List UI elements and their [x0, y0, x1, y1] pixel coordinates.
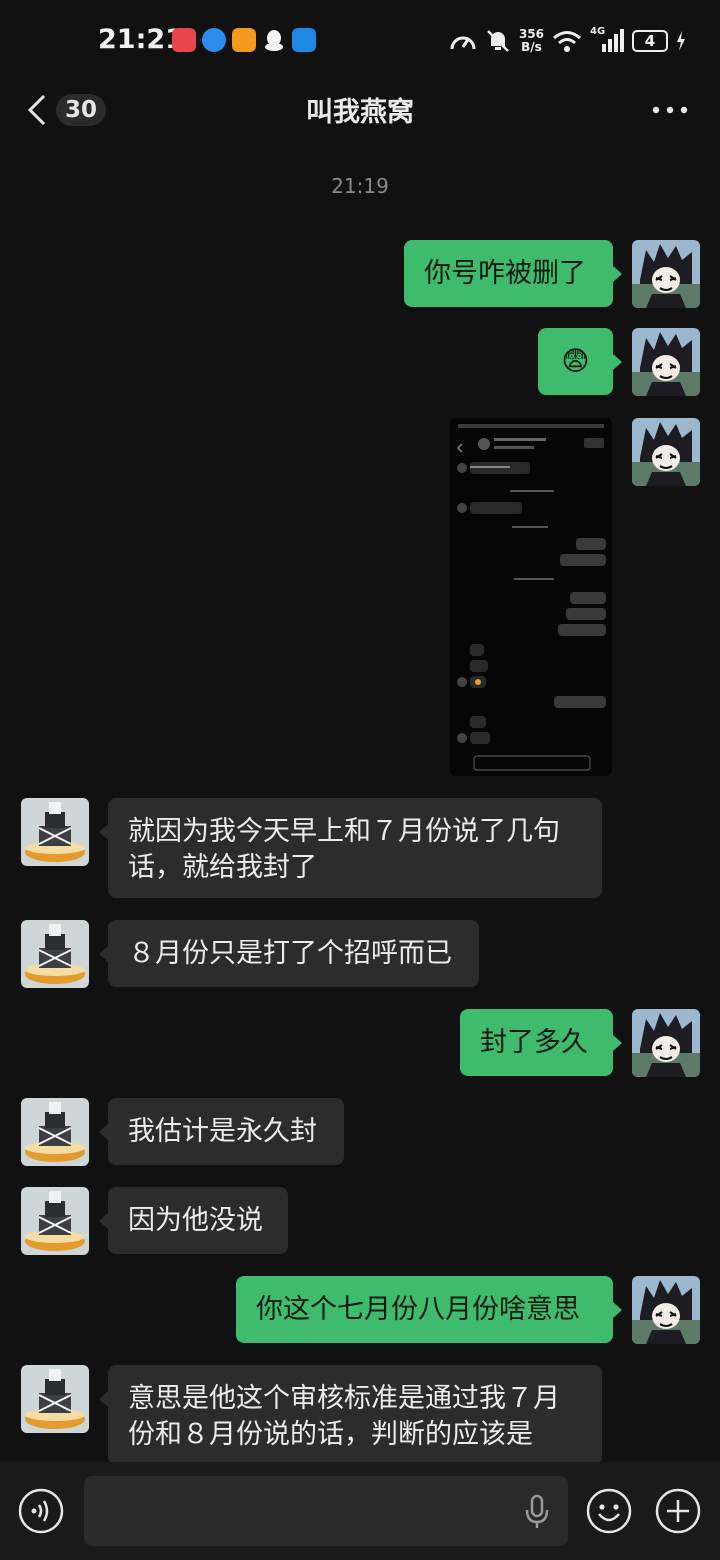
message-input-bar [0, 1462, 720, 1560]
chat-header: 30 叫我燕窝 [0, 82, 720, 140]
status-bar: 21:21 356 B/s 4G 4 [0, 0, 720, 82]
message-bubble-received[interactable]: 意思是他这个审核标准是通过我７月份和８月份说的话，判断的应该是 [108, 1365, 602, 1465]
emoji-icon[interactable] [586, 1488, 632, 1534]
bubble-tail [99, 946, 108, 962]
network-type: 4G [590, 26, 606, 37]
my-avatar[interactable] [632, 328, 700, 396]
qq-icon [265, 30, 283, 51]
contact-avatar[interactable] [21, 920, 89, 988]
message-bubble-sent[interactable]: 封了多久 [460, 1009, 613, 1076]
contact-avatar[interactable] [21, 798, 89, 866]
bubble-tail [99, 1213, 108, 1229]
shared-screenshot-image[interactable] [450, 418, 612, 776]
message-bubble-sent[interactable]: 你这个七月份八月份啥意思 [236, 1276, 613, 1343]
message-text-input[interactable] [84, 1476, 568, 1546]
browser-icon [202, 28, 226, 52]
message-bubble-received[interactable]: 我估计是永久封 [108, 1098, 344, 1165]
battery-level: 4 [632, 30, 668, 52]
charging-icon [677, 31, 685, 51]
wifi-icon [553, 31, 581, 52]
chat-title: 叫我燕窝 [306, 97, 414, 128]
contact-avatar[interactable] [21, 1187, 89, 1255]
message-bubble-received[interactable]: 就因为我今天早上和７月份说了几句话，就给我封了 [108, 798, 602, 898]
bubble-tail [613, 354, 622, 370]
bubble-tail [99, 1391, 108, 1407]
bubble-tail [613, 1035, 622, 1051]
microphone-icon[interactable] [522, 1494, 552, 1530]
my-avatar[interactable] [632, 240, 700, 308]
bubble-tail [613, 266, 622, 282]
network-speed: 356 B/s [518, 27, 544, 54]
message-bubble-sent[interactable]: 😨 [538, 328, 613, 395]
message-bubble-received[interactable]: ８月份只是打了个招呼而已 [108, 920, 479, 987]
my-avatar[interactable] [632, 1009, 700, 1077]
voice-mode-icon[interactable] [18, 1488, 64, 1534]
contact-avatar[interactable] [21, 1098, 89, 1166]
mute-bell-icon [487, 30, 509, 52]
more-options-icon[interactable] [650, 94, 690, 126]
cloud-icon [292, 28, 316, 52]
message-bubble-sent[interactable]: 你号咋被删了 [404, 240, 613, 307]
bubble-tail [99, 824, 108, 840]
bubble-tail [613, 1302, 622, 1318]
my-avatar[interactable] [632, 1276, 700, 1344]
chat-timestamp: 21:19 [331, 174, 389, 198]
video-icon [232, 28, 256, 52]
plus-icon[interactable] [655, 1488, 701, 1534]
bubble-tail [99, 1124, 108, 1140]
status-app-icons [172, 28, 316, 56]
contact-avatar[interactable] [21, 1365, 89, 1433]
cellular-signal: 4G [590, 26, 624, 54]
speedometer-icon [450, 36, 476, 50]
huawei-icon [172, 28, 196, 52]
message-bubble-received[interactable]: 因为他没说 [108, 1187, 288, 1254]
status-indicators: 356 B/s 4G 4 [449, 24, 686, 58]
my-avatar[interactable] [632, 418, 700, 486]
